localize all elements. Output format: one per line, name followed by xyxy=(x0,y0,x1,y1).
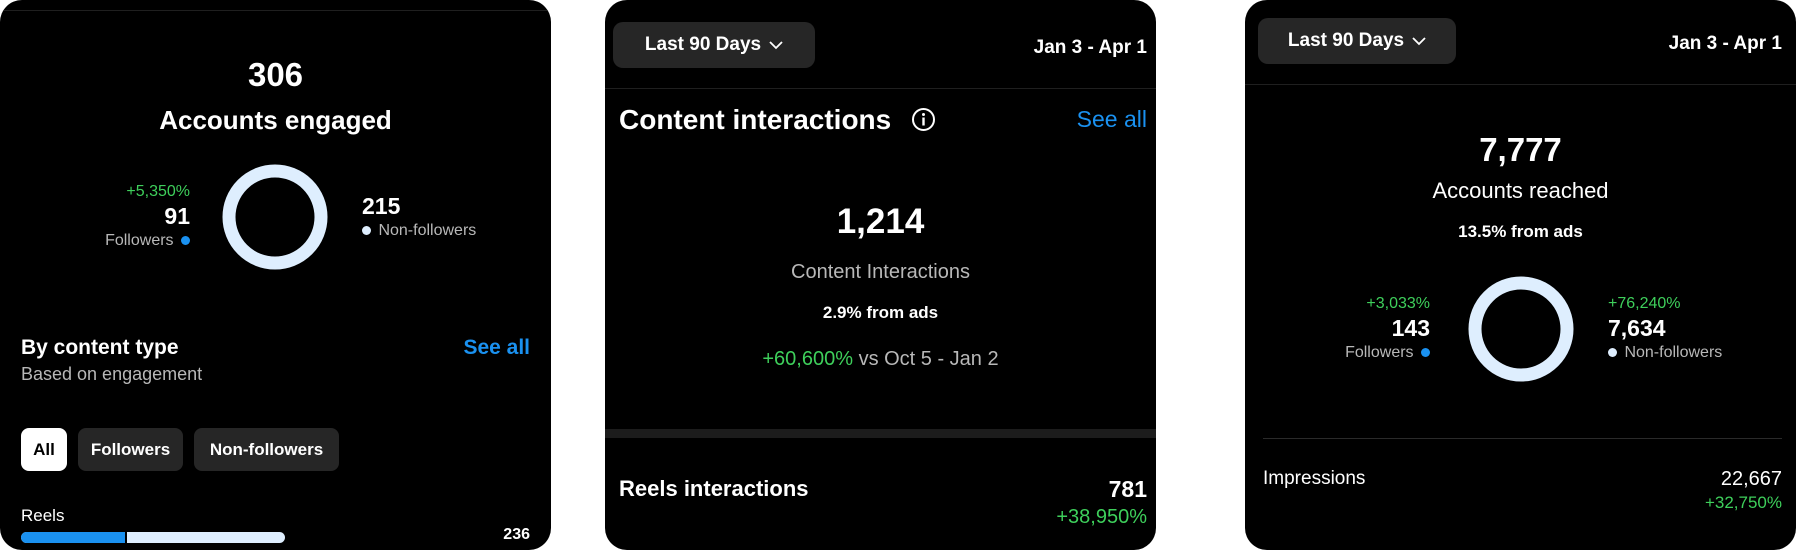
reels-bar-followers-fill xyxy=(21,532,127,543)
impressions-divider xyxy=(1263,438,1782,439)
nonfollowers-change: +76,240% xyxy=(1608,295,1681,312)
date-range-label: Last 90 Days xyxy=(1287,30,1405,51)
filter-all-chip[interactable]: All xyxy=(21,428,67,471)
followers-legend: Followers xyxy=(40,232,190,250)
chevron-down-icon xyxy=(1412,36,1426,45)
comparison-line: +60,600% vs Oct 5 - Jan 2 xyxy=(605,348,1156,371)
reels-bar-value: 236 xyxy=(503,526,530,543)
info-icon[interactable] xyxy=(911,107,936,132)
nonfollowers-label: Non-followers xyxy=(378,222,477,239)
top-divider xyxy=(0,10,551,11)
followers-label: Followers xyxy=(105,232,174,249)
reels-bar xyxy=(21,532,285,543)
filter-nonfollowers-chip[interactable]: Non-followers xyxy=(194,428,339,471)
nonfollowers-count: 215 xyxy=(362,193,401,219)
impressions-label: Impressions xyxy=(1263,468,1366,489)
nonfollowers-ring xyxy=(1468,276,1574,382)
date-range-text: Jan 3 - Apr 1 xyxy=(1668,33,1782,54)
nonfollowers-count: 7,634 xyxy=(1608,315,1666,341)
ads-note: 13.5% from ads xyxy=(1458,222,1583,241)
reels-interactions-label: Reels interactions xyxy=(619,476,809,501)
accounts-reached-panel: Last 90 Days Jan 3 - Apr 1 7,777 Account… xyxy=(1245,0,1796,550)
section-divider xyxy=(605,429,1156,438)
reels-interactions-change: +38,950% xyxy=(1056,506,1147,528)
accounts-engaged-panel: 306 Accounts engaged +5,350% 91 Follower… xyxy=(0,0,551,550)
comparison-period: vs Oct 5 - Jan 2 xyxy=(858,348,999,370)
based-on-engagement-subtitle: Based on engagement xyxy=(21,364,203,384)
followers-dot xyxy=(181,236,190,246)
nonfollowers-label: Non-followers xyxy=(1624,344,1723,361)
header-divider xyxy=(605,88,1156,89)
followers-count: 143 xyxy=(1391,315,1430,341)
impressions-value: 22,667 xyxy=(1720,468,1782,490)
nonfollowers-legend: Non-followers xyxy=(362,222,476,240)
see-all-link[interactable]: See all xyxy=(430,336,530,360)
filter-followers-chip[interactable]: Followers xyxy=(78,428,183,471)
ads-note: 2.9% from ads xyxy=(822,303,939,322)
date-range-dropdown[interactable]: Last 90 Days xyxy=(613,22,815,68)
header-divider xyxy=(1245,84,1796,85)
reach-total: 7,777 xyxy=(1479,131,1562,168)
interactions-total-label: Content Interactions xyxy=(791,261,970,283)
nonfollowers-dot xyxy=(362,226,371,236)
interactions-change: +60,600% xyxy=(762,348,853,370)
followers-count: 91 xyxy=(164,203,190,229)
impressions-change: +32,750% xyxy=(1704,493,1782,512)
followers-change: +5,350% xyxy=(126,183,190,200)
nonfollowers-legend: Non-followers xyxy=(1608,344,1722,362)
date-range-label: Last 90 Days xyxy=(644,34,762,55)
engaged-donut-chart xyxy=(222,164,328,270)
reach-total-label: Accounts reached xyxy=(1432,178,1609,203)
date-range-text: Jan 3 - Apr 1 xyxy=(1033,37,1147,58)
by-content-type-heading: By content type xyxy=(21,336,179,359)
followers-label: Followers xyxy=(1345,344,1414,361)
followers-change: +3,033% xyxy=(1366,295,1430,312)
content-interactions-panel: Last 90 Days Jan 3 - Apr 1 Content inter… xyxy=(605,0,1156,550)
reach-donut-chart xyxy=(1468,276,1574,382)
followers-legend: Followers xyxy=(1280,344,1430,362)
nonfollowers-ring xyxy=(222,164,328,270)
nonfollowers-dot xyxy=(1608,348,1617,358)
followers-dot xyxy=(1421,348,1430,358)
date-range-dropdown[interactable]: Last 90 Days xyxy=(1258,18,1456,64)
reels-interactions-value: 781 xyxy=(1108,476,1147,502)
engaged-title: Accounts engaged xyxy=(159,105,392,135)
engaged-total: 306 xyxy=(247,56,304,93)
interactions-total: 1,214 xyxy=(836,202,925,241)
see-all-link[interactable]: See all xyxy=(1045,106,1147,133)
reels-bar-label: Reels xyxy=(21,506,65,525)
chevron-down-icon xyxy=(769,40,783,49)
content-interactions-title: Content interactions xyxy=(619,104,892,135)
